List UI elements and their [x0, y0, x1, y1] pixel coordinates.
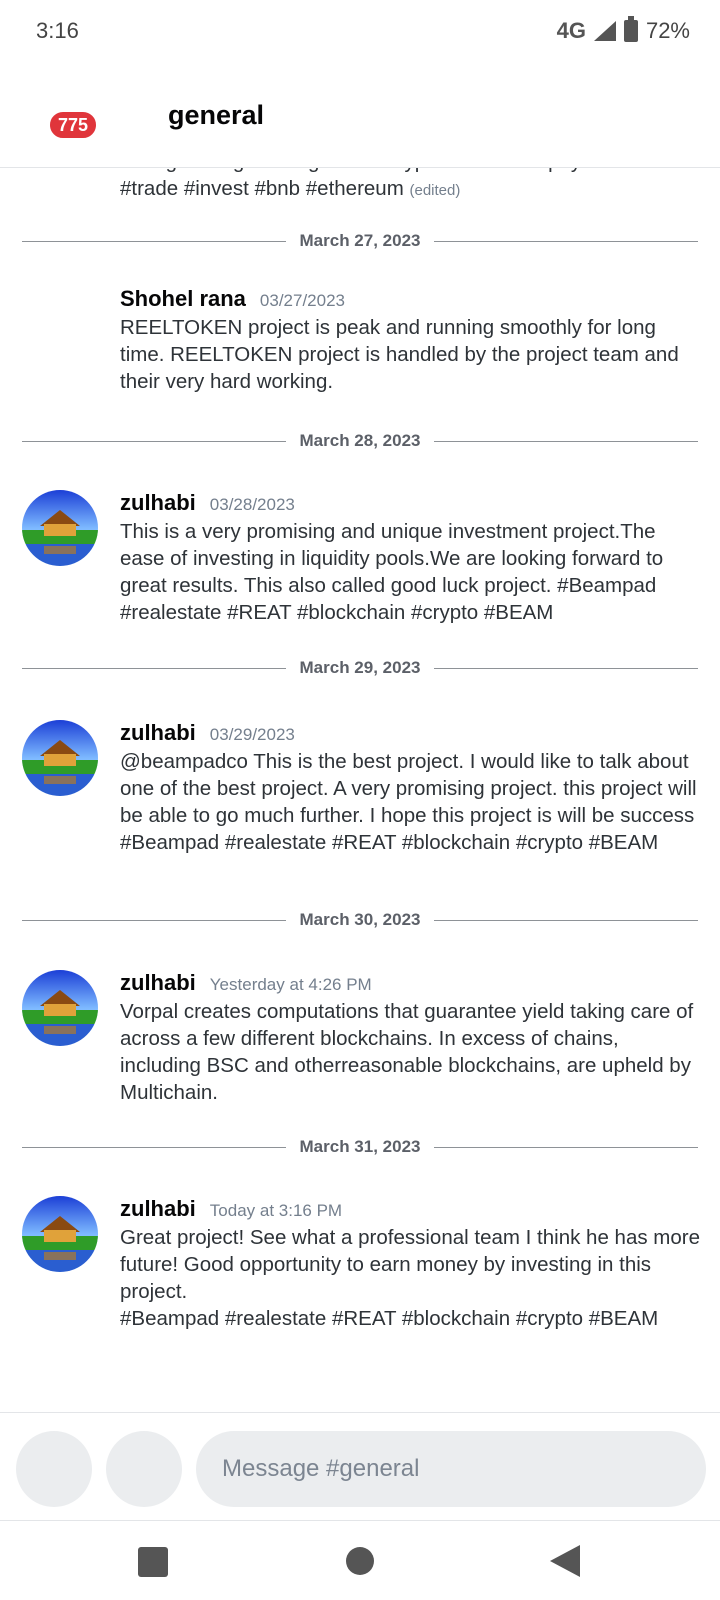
gift-button[interactable]: [106, 1431, 182, 1507]
message-text: @beampadco This is the best project. I w…: [120, 750, 697, 854]
avatar[interactable]: [22, 970, 98, 1046]
date-divider-label: March 27, 2023: [299, 231, 421, 250]
message-text-hashtags: #Beampad #realestate #REAT #blockchain #…: [120, 1307, 659, 1330]
message-timestamp: 03/29/2023: [209, 725, 295, 744]
edited-label: (edited): [409, 182, 461, 199]
date-divider: March 28, 2023: [22, 431, 698, 451]
date-divider: March 30, 2023: [22, 910, 698, 930]
network-type: 4G: [556, 18, 586, 43]
message-author[interactable]: Shohel rana: [120, 286, 246, 312]
avatar[interactable]: [22, 1196, 98, 1272]
message-list[interactable]: strengthening existing offers. crypto #A…: [0, 150, 720, 1412]
divider-line: [434, 1146, 698, 1148]
unread-badge[interactable]: 775: [48, 110, 99, 140]
message-author[interactable]: zulhabi: [120, 720, 196, 746]
divider-line: [22, 240, 286, 242]
divider-line: [434, 667, 698, 669]
battery-icon: [623, 16, 638, 42]
divider-line: [22, 440, 286, 442]
battery-percent: 72%: [645, 18, 690, 43]
status-bar: 3:16 4G 72%: [0, 0, 720, 64]
status-indicators: 4G 72%: [556, 16, 690, 44]
divider-line: [22, 667, 286, 669]
system-navigation-bar: [0, 1520, 720, 1600]
message-text: This is a very promising and unique inve…: [120, 520, 664, 624]
message-text: REELTOKEN project is peak and running sm…: [120, 316, 679, 393]
date-divider: March 27, 2023: [22, 231, 698, 251]
divider-line: [434, 919, 698, 921]
divider-line: [22, 919, 286, 921]
divider-line: [434, 440, 698, 442]
message-author[interactable]: zulhabi: [120, 490, 196, 516]
date-divider-label: March 31, 2023: [299, 1137, 421, 1156]
message-timestamp: Today at 3:16 PM: [209, 1201, 343, 1220]
signal-icon: [593, 21, 616, 41]
back-icon[interactable]: [550, 1545, 580, 1577]
status-time: 3:16: [36, 18, 79, 43]
divider-line: [434, 240, 698, 242]
message-composer: [0, 1412, 720, 1520]
date-divider: March 31, 2023: [22, 1137, 698, 1157]
message-timestamp: 03/28/2023: [209, 495, 295, 514]
clipped-message-text: #trade #invest #bnb #ethereum (edited): [120, 177, 461, 200]
date-divider-label: March 29, 2023: [299, 658, 421, 677]
channel-header: 775 general: [0, 64, 720, 168]
divider-line: [22, 1146, 286, 1148]
message-author[interactable]: zulhabi: [120, 1196, 196, 1222]
recents-icon[interactable]: [138, 1547, 168, 1577]
message-timestamp: Yesterday at 4:26 PM: [209, 975, 372, 994]
message-timestamp: 03/27/2023: [259, 291, 346, 310]
date-divider: March 29, 2023: [22, 658, 698, 678]
avatar[interactable]: [22, 490, 98, 566]
home-icon[interactable]: [346, 1547, 374, 1575]
channel-title[interactable]: general: [168, 100, 264, 131]
message-author[interactable]: zulhabi: [120, 970, 196, 996]
avatar[interactable]: [22, 720, 98, 796]
message-input[interactable]: [196, 1431, 706, 1507]
attach-button[interactable]: [16, 1431, 92, 1507]
message-text: Great project! See what a professional t…: [120, 1226, 700, 1303]
date-divider-label: March 30, 2023: [299, 910, 421, 929]
message-text: Vorpal creates computations that guarant…: [120, 1000, 694, 1104]
date-divider-label: March 28, 2023: [299, 431, 421, 450]
